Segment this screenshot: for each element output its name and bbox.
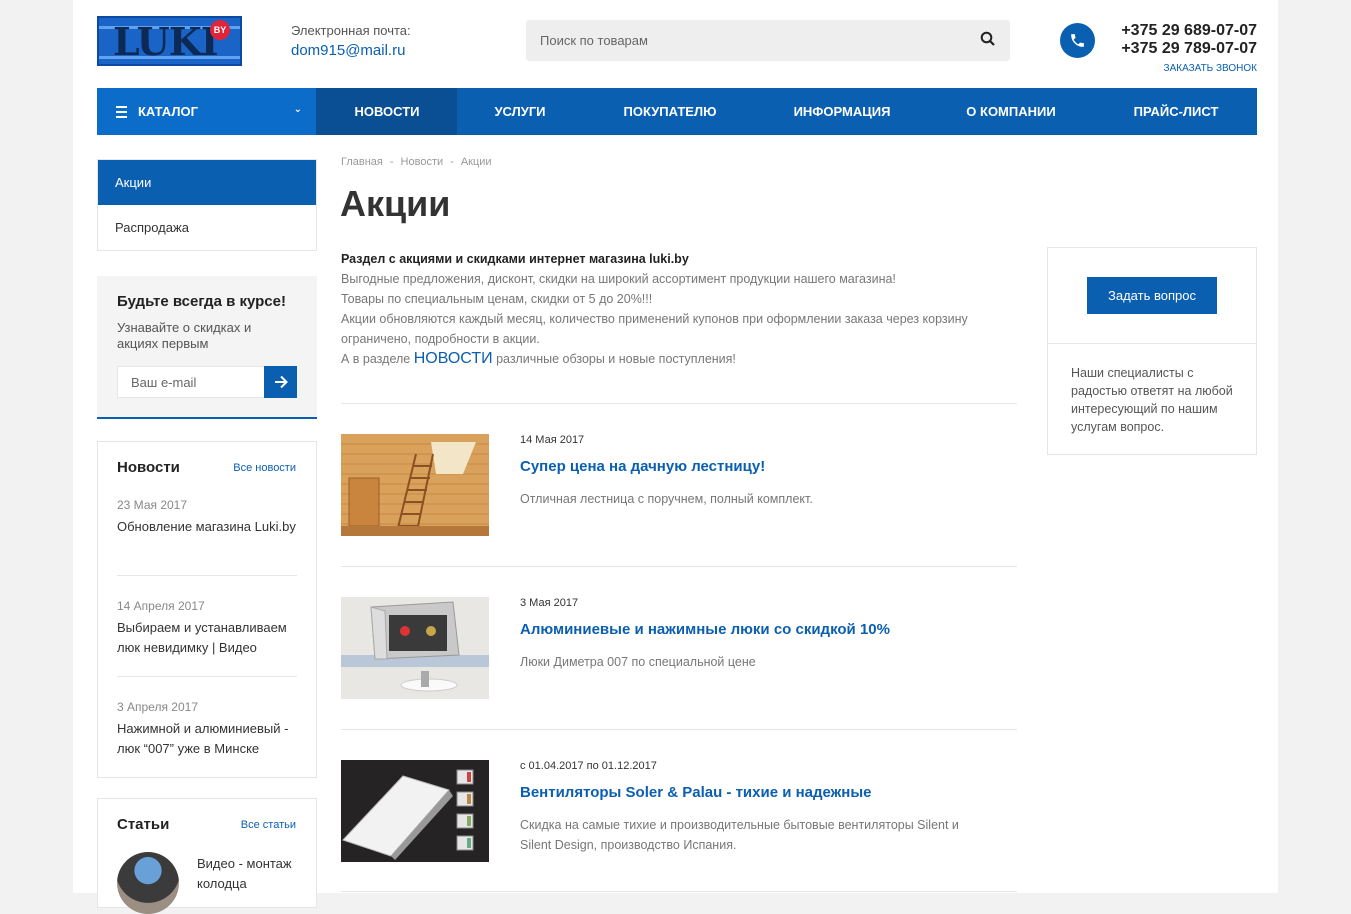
divider — [341, 403, 1017, 404]
promo-date: с 01.04.2017 по 01.12.2017 — [520, 760, 657, 772]
divider — [341, 566, 1017, 567]
callback-link[interactable]: ЗАКАЗАТЬ ЗВОНОК — [1164, 63, 1257, 74]
logo-badge: BY — [210, 20, 230, 40]
divider — [117, 575, 297, 576]
side-menu-item-promo[interactable]: Акции — [98, 160, 316, 205]
nav-item-buyers[interactable]: ПОКУПАТЕЛЮ — [583, 88, 757, 135]
divider — [1048, 343, 1256, 344]
news-date: 14 Апреля 2017 — [117, 599, 205, 613]
chevron-down-icon: ⌄ — [293, 104, 302, 115]
ask-question-widget: Задать вопрос Наши специалисты с радость… — [1047, 247, 1257, 455]
side-menu-item-sale[interactable]: Распродажа — [98, 205, 316, 250]
subscribe-text: Узнавайте о скидках и акциях первым — [117, 320, 252, 351]
search-bar — [526, 20, 1010, 61]
catalog-label: КАТАЛОГ — [138, 104, 198, 119]
email-field[interactable] — [117, 366, 265, 398]
page-title: Акции — [340, 183, 451, 224]
promo-description: Люки Диметра 007 по специальной цене — [520, 655, 756, 669]
search-icon[interactable] — [980, 31, 998, 49]
intro-text: Раздел с акциями и скидками интернет маг… — [341, 249, 1031, 369]
nav-item-info[interactable]: ИНФОРМАЦИЯ — [757, 88, 927, 135]
news-title[interactable]: Нажимной и алюминиевый - люк “007” уже в… — [117, 719, 297, 759]
search-input[interactable] — [526, 20, 966, 61]
promo-title[interactable]: Вентиляторы Soler & Palau - тихие и наде… — [520, 784, 872, 801]
news-date: 3 Апреля 2017 — [117, 700, 198, 714]
catalog-button[interactable]: КАТАЛОГ ⌄ — [97, 88, 317, 135]
breadcrumb-current: Акции — [460, 156, 492, 168]
phone-number-2[interactable]: +375 29 789-07-07 — [1121, 40, 1257, 58]
all-news-link[interactable]: Все новости — [233, 462, 296, 474]
news-date: 23 Мая 2017 — [117, 498, 188, 512]
breadcrumb: Главная - Новости - Акции — [341, 156, 492, 168]
nav-item-pricelist[interactable]: ПРАЙС-ЛИСТ — [1095, 88, 1257, 135]
news-item[interactable]: 14 Апреля 2017 Выбираем и устанавливаем … — [117, 599, 297, 658]
promo-description: Отличная лестница с поручнем, полный ком… — [520, 492, 813, 506]
breadcrumb-news[interactable]: Новости — [401, 156, 444, 168]
phone-icon — [1060, 23, 1095, 58]
main-nav: КАТАЛОГ ⌄ НОВОСТИ УСЛУГИ ПОКУПАТЕЛЮ ИНФО… — [97, 88, 1257, 135]
intro-line: Выгодные предложения, дисконт, скидки на… — [341, 272, 896, 286]
ask-question-text: Наши специалисты с радостью ответят на л… — [1071, 366, 1233, 434]
promo-image-stairs[interactable] — [341, 434, 489, 536]
all-articles-link[interactable]: Все статьи — [241, 819, 296, 831]
divider — [117, 676, 297, 677]
subscribe-title: Будьте всегда в курсе! — [117, 293, 286, 310]
divider — [341, 729, 1017, 730]
subscribe-widget: Будьте всегда в курсе! Узнавайте о скидк… — [97, 276, 317, 419]
nav-item-services[interactable]: УСЛУГИ — [457, 88, 583, 135]
intro-line: Товары по специальным ценам, скидки от 5… — [341, 292, 653, 306]
articles-widget-title: Статьи — [117, 816, 170, 833]
news-widget: Новости Все новости 23 Мая 2017 Обновлен… — [97, 441, 317, 778]
intro-heading: Раздел с акциями и скидками интернет маг… — [341, 252, 689, 266]
promo-description: Скидка на самые тихие и производительные… — [520, 818, 959, 852]
articles-widget: Статьи Все статьи Видео - монтаж колодца — [97, 798, 317, 914]
email-label: Электронная почта: — [291, 23, 411, 38]
site-logo[interactable]: LUKI BY — [97, 16, 242, 66]
phone-number-1[interactable]: +375 29 689-07-07 — [1121, 22, 1257, 40]
ask-question-button[interactable]: Задать вопрос — [1087, 277, 1217, 314]
news-title[interactable]: Выбираем и устанавливаем люк невидимку |… — [117, 618, 297, 658]
logo-text: LUKI — [113, 19, 219, 64]
news-widget-title: Новости — [117, 459, 180, 476]
promo-image-fan[interactable] — [341, 760, 489, 862]
article-thumbnail[interactable] — [117, 852, 179, 914]
email-link[interactable]: dom915@mail.ru — [291, 42, 405, 59]
news-item[interactable]: 3 Апреля 2017 Нажимной и алюминиевый - л… — [117, 700, 297, 759]
news-section-link[interactable]: НОВОСТИ — [414, 350, 493, 367]
news-title[interactable]: Обновление магазина Luki.by — [117, 517, 297, 537]
promo-image-hatch[interactable] — [341, 597, 489, 699]
intro-line: различные обзоры и новые поступления! — [492, 352, 736, 366]
news-item[interactable]: 23 Мая 2017 Обновление магазина Luki.by — [117, 498, 297, 537]
arrow-right-icon — [275, 375, 288, 389]
nav-item-news[interactable]: НОВОСТИ — [317, 88, 457, 135]
intro-line: А в разделе — [341, 352, 414, 366]
nav-item-about[interactable]: О КОМПАНИИ — [927, 88, 1095, 135]
promo-title[interactable]: Супер цена на дачную лестницу! — [520, 458, 765, 475]
intro-line: Акции обновляются каждый месяц, количест… — [341, 312, 968, 346]
menu-icon — [116, 106, 127, 121]
article-title[interactable]: Видео - монтаж колодца — [197, 854, 307, 894]
promo-date: 14 Мая 2017 — [520, 434, 585, 446]
divider — [341, 891, 1017, 892]
side-menu: Акции Распродажа — [97, 159, 317, 251]
promo-date: 3 Мая 2017 — [520, 597, 579, 609]
promo-title[interactable]: Алюминиевые и нажимные люки со скидкой 1… — [520, 621, 890, 638]
breadcrumb-home[interactable]: Главная — [341, 156, 383, 168]
subscribe-button[interactable] — [264, 366, 297, 398]
